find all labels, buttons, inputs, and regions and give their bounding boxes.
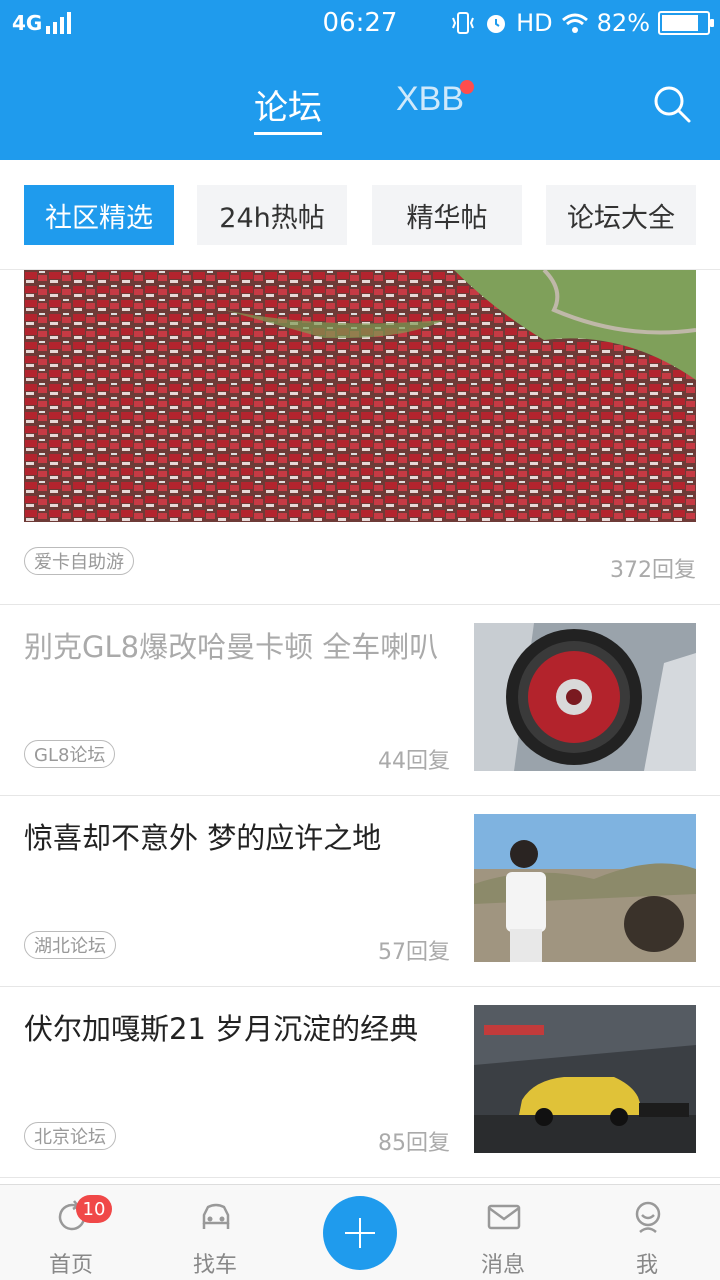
nav-home-label: 首页 [48, 1253, 93, 1278]
reply-count: 57回复 [378, 940, 450, 965]
profile-icon [635, 1201, 661, 1233]
hd-indicator: HD [516, 9, 553, 37]
red-houses-photo [24, 270, 696, 522]
divider [0, 1177, 720, 1178]
nav-profile-label: 我 [635, 1253, 658, 1278]
post-title[interactable]: 伏尔加嘎斯21 岁月沉淀的经典 [24, 1010, 454, 1048]
post-title[interactable]: 惊喜却不意外 梦的应许之地 [24, 819, 454, 857]
notification-badge: 10 [76, 1195, 112, 1223]
woman-landscape-photo [474, 814, 696, 962]
divider [0, 795, 720, 796]
wifi-icon [561, 13, 588, 33]
reply-count: 85回复 [378, 1131, 450, 1156]
post-thumbnail[interactable] [474, 814, 696, 962]
car-icon [202, 1203, 230, 1229]
battery-percent: 82% [596, 9, 650, 37]
subtab-community-picks[interactable]: 社区精选 [24, 185, 174, 245]
post-thumbnail[interactable] [474, 623, 696, 771]
speaker-photo [474, 623, 696, 771]
vintage-car-photo [474, 1005, 696, 1153]
active-tab-indicator [254, 132, 322, 135]
post-thumbnail[interactable] [474, 1005, 696, 1153]
battery-icon [658, 11, 714, 35]
add-post-button[interactable] [323, 1196, 397, 1270]
nav-find-car-label: 找车 [192, 1253, 237, 1278]
mail-icon [487, 1204, 521, 1230]
tab-xbb-label: XBB [396, 80, 465, 118]
notification-dot [460, 80, 475, 94]
post-forum-tag[interactable]: GL8论坛 [24, 740, 116, 768]
nav-messages[interactable]: 消息 [448, 1185, 558, 1280]
divider [0, 604, 720, 605]
post-forum-tag[interactable]: 北京论坛 [24, 1122, 116, 1150]
nav-find-car[interactable]: 找车 [160, 1185, 270, 1280]
alarm-icon [487, 15, 506, 33]
tab-xbb[interactable]: XBB [396, 80, 475, 119]
post-forum-tag[interactable]: 爱卡自助游 [24, 547, 134, 575]
category-tabs: 社区精选 24h热帖 精华帖 论坛大全 [0, 160, 720, 270]
tab-forum[interactable]: 论坛 [254, 80, 322, 135]
reply-count: 44回复 [378, 749, 450, 774]
status-bar: 4G 06:27 HD 82% [0, 0, 720, 48]
nav-profile[interactable]: 我 [592, 1185, 702, 1280]
subtab-24h-hot[interactable]: 24h热帖 [197, 185, 347, 245]
reply-count: 372回复 [610, 558, 696, 583]
divider [0, 986, 720, 987]
tab-forum-label: 论坛 [254, 88, 322, 128]
subtab-all-forums[interactable]: 论坛大全 [546, 185, 696, 245]
vibrate-icon [452, 12, 475, 34]
nav-messages-label: 消息 [480, 1253, 525, 1278]
nav-home[interactable]: 10 首页 [16, 1185, 126, 1280]
post-forum-tag[interactable]: 湖北论坛 [24, 931, 116, 959]
post-title[interactable]: 别克GL8爆改哈曼卡顿 全车喇叭 [24, 628, 454, 666]
battery-level [662, 15, 699, 31]
subtab-essence[interactable]: 精华帖 [372, 185, 522, 245]
featured-post-image[interactable] [24, 270, 696, 522]
app-header: 论坛 XBB [0, 48, 720, 160]
search-icon[interactable] [652, 84, 692, 124]
